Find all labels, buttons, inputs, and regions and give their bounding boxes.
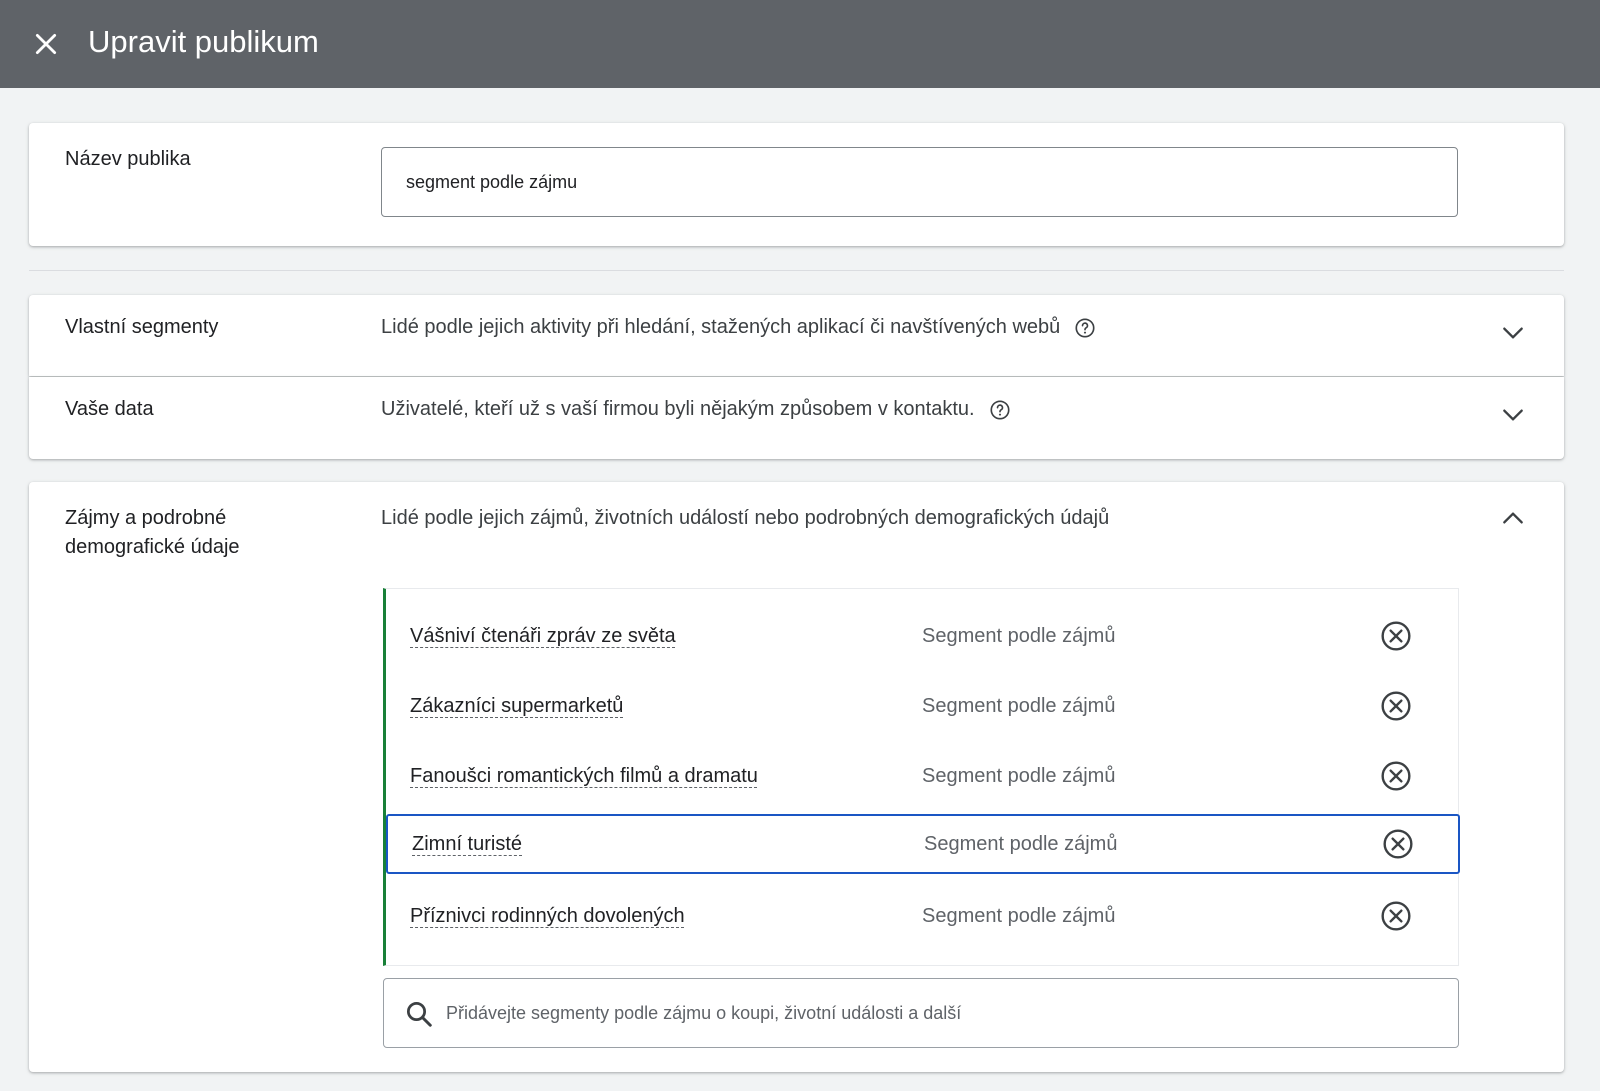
remove-circle-icon <box>1383 829 1413 859</box>
help-circle-icon[interactable] <box>989 399 1011 421</box>
segment-name[interactable]: Zimní turisté <box>412 833 522 856</box>
expand-your-data-button[interactable] <box>1497 399 1529 431</box>
interests-section: Zájmy a podrobné demografické údaje Lidé… <box>29 482 1564 1072</box>
segment-search-input[interactable] <box>446 979 1436 1047</box>
audience-name-card: Název publika <box>29 123 1564 246</box>
segment-row[interactable]: Zákazníci supermarketů Segment podle záj… <box>386 676 1459 736</box>
custom-segments-description: Lidé podle jejich aktivity při hledání, … <box>381 316 1061 338</box>
top-bar: Upravit publikum <box>0 0 1600 88</box>
chevron-down-icon <box>1503 327 1523 339</box>
interests-label-line2: demografické údaje <box>65 536 240 558</box>
segment-name[interactable]: Zákazníci supermarketů <box>410 695 623 718</box>
segment-row-selected[interactable]: Zimní turisté Segment podle zájmů <box>386 814 1460 874</box>
chevron-down-icon <box>1503 409 1523 421</box>
page-title: Upravit publikum <box>88 24 319 59</box>
segment-row[interactable]: Fanoušci romantických filmů a dramatu Se… <box>386 746 1459 806</box>
chevron-up-icon <box>1503 512 1523 524</box>
segment-search-box[interactable] <box>383 978 1459 1048</box>
segment-row[interactable]: Příznivci rodinných dovolených Segment p… <box>386 886 1459 946</box>
segment-name[interactable]: Vášniví čtenáři zpráv ze světa <box>410 625 676 648</box>
remove-segment-button[interactable] <box>1376 686 1416 726</box>
your-data-description-row: Uživatelé, kteří už s vaší firmou byli n… <box>381 395 1011 424</box>
segment-type: Segment podle zájmů <box>922 694 1116 717</box>
remove-circle-icon <box>1381 621 1411 651</box>
section-divider <box>29 270 1564 271</box>
expand-custom-segments-button[interactable] <box>1497 317 1529 349</box>
remove-segment-button[interactable] <box>1376 756 1416 796</box>
remove-segment-button[interactable] <box>1376 896 1416 936</box>
collapse-interests-button[interactable] <box>1497 502 1529 534</box>
segment-type: Segment podle zájmů <box>922 764 1116 787</box>
your-data-label: Vaše data <box>65 398 154 420</box>
close-icon <box>35 33 57 55</box>
segment-type: Segment podle zájmů <box>924 832 1118 855</box>
remove-segment-button[interactable] <box>1376 616 1416 656</box>
audience-name-input[interactable] <box>381 147 1458 217</box>
interests-label: Zájmy a podrobné demografické údaje <box>65 504 240 562</box>
segment-name[interactable]: Příznivci rodinných dovolených <box>410 905 685 928</box>
audience-name-label: Název publika <box>65 148 191 170</box>
custom-segments-label: Vlastní segmenty <box>65 316 219 338</box>
custom-segments-section[interactable]: Vlastní segmenty Lidé podle jejich aktiv… <box>29 295 1564 376</box>
remove-circle-icon <box>1381 761 1411 791</box>
your-data-section[interactable]: Vaše data Uživatelé, kteří už s vaší fir… <box>29 377 1564 459</box>
search-icon <box>407 1002 432 1027</box>
segment-row[interactable]: Vášniví čtenáři zpráv ze světa Segment p… <box>386 606 1459 666</box>
custom-segments-description-row: Lidé podle jejich aktivity při hledání, … <box>381 313 1096 342</box>
segment-type: Segment podle zájmů <box>922 904 1116 927</box>
selected-segments-list: Vášniví čtenáři zpráv ze světa Segment p… <box>383 588 1460 966</box>
your-data-description: Uživatelé, kteří už s vaší firmou byli n… <box>381 398 975 420</box>
interests-description: Lidé podle jejich zájmů, životních událo… <box>381 507 1110 529</box>
close-button[interactable] <box>24 22 68 66</box>
segment-name[interactable]: Fanoušci romantických filmů a dramatu <box>410 765 758 788</box>
help-circle-icon[interactable] <box>1074 317 1096 339</box>
remove-circle-icon <box>1381 691 1411 721</box>
segment-type: Segment podle zájmů <box>922 624 1116 647</box>
remove-circle-icon <box>1381 901 1411 931</box>
remove-segment-button[interactable] <box>1378 824 1418 864</box>
interests-label-line1: Zájmy a podrobné <box>65 507 227 529</box>
